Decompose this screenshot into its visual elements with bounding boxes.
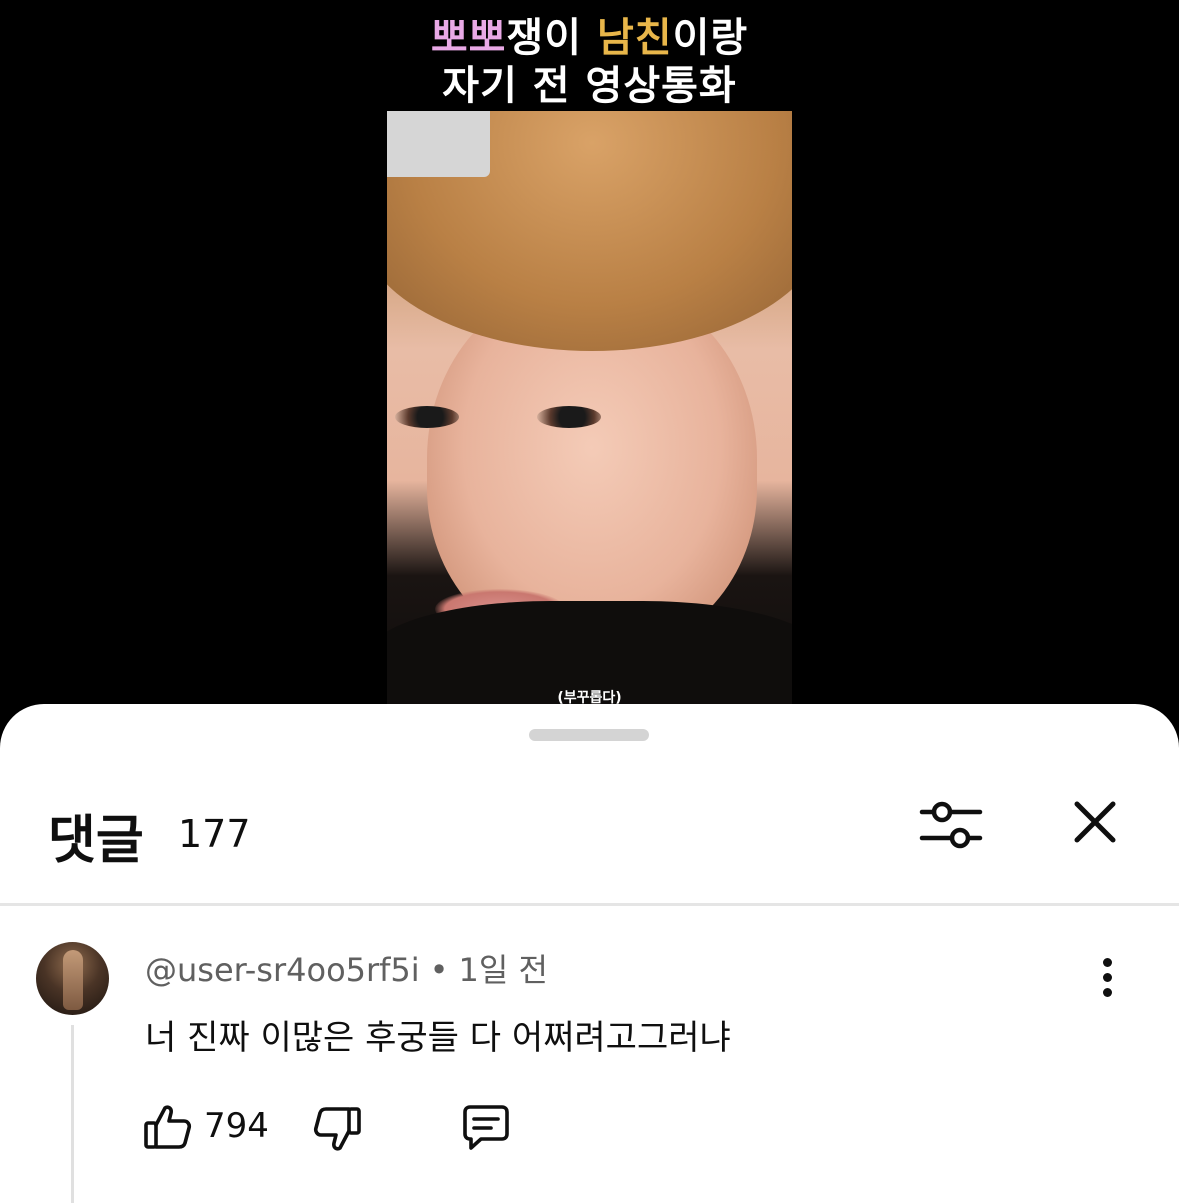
video-frame[interactable]: (부꾸롭다) xyxy=(387,111,792,707)
video-title-line-2: 자기 전 영상통화 xyxy=(442,63,737,109)
thumbs-down-icon[interactable] xyxy=(312,1104,362,1154)
reply-comment-icon[interactable] xyxy=(459,1104,513,1154)
pip-video-box xyxy=(387,111,490,177)
comment-time: 1일 전 xyxy=(458,951,548,989)
comment-text: 너 진짜 이많은 후궁들 다 어쩌려고그러냐 xyxy=(145,1018,731,1058)
avatar-figure xyxy=(63,950,83,1010)
comments-count: 177 xyxy=(178,812,251,856)
comments-title: 댓글 xyxy=(48,811,144,871)
comment-author[interactable]: @user-sr4oo5rf5i xyxy=(145,951,420,989)
meta-separator: • xyxy=(429,951,449,989)
comment-actions: 794 xyxy=(0,1100,1179,1160)
avatar[interactable] xyxy=(36,942,109,1015)
video-title-line-1: 뽀뽀쟁이 남친이랑 xyxy=(430,15,749,61)
comments-header: 댓글 177 xyxy=(0,792,1179,882)
comments-sheet: 댓글 177 @user-sr4oo5rf5i • 1일 전 너 진짜 이많은 … xyxy=(0,704,1179,1203)
more-vertical-icon[interactable] xyxy=(1092,958,1122,1002)
header-divider xyxy=(0,903,1179,906)
video-eye-right xyxy=(537,406,601,428)
comment-item: @user-sr4oo5rf5i • 1일 전 너 진짜 이많은 후궁들 다 어쩌려… xyxy=(0,940,1179,1203)
video-eye-left xyxy=(395,406,459,428)
sort-filter-icon[interactable] xyxy=(918,794,984,856)
thumbs-up-icon[interactable] xyxy=(143,1102,193,1152)
comment-meta: @user-sr4oo5rf5i • 1일 전 xyxy=(145,945,548,991)
close-icon[interactable] xyxy=(1069,796,1121,848)
video-title-overlay: 뽀뽀쟁이 남친이랑 자기 전 영상통화 xyxy=(0,14,1179,110)
video-player[interactable]: 뽀뽀쟁이 남친이랑 자기 전 영상통화 (부꾸롭다) xyxy=(0,0,1179,740)
like-count: 794 xyxy=(204,1106,269,1146)
sheet-drag-handle[interactable] xyxy=(529,729,649,741)
